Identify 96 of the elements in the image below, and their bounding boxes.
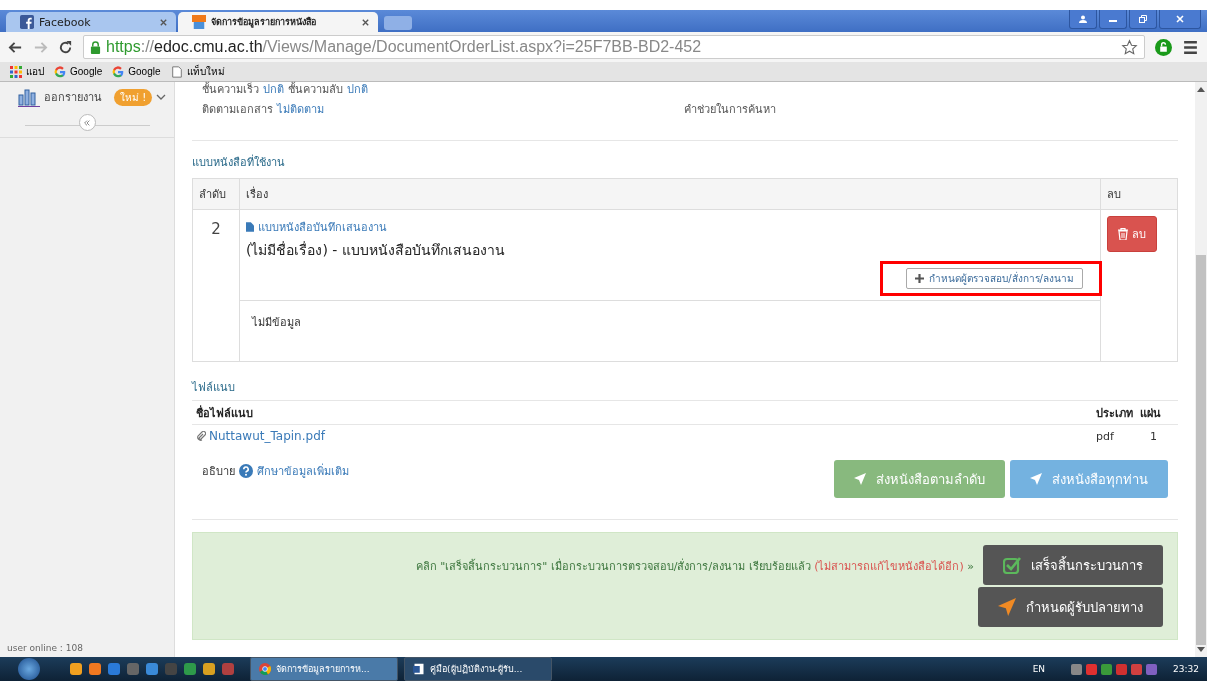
send-arrow-icon <box>854 473 866 485</box>
field-value: ปกติ <box>263 82 284 98</box>
quick-launch-icon[interactable] <box>146 663 158 675</box>
lock-icon <box>90 40 101 54</box>
tray-icon[interactable] <box>1071 663 1083 675</box>
bookmark[interactable]: Google <box>112 65 161 78</box>
quick-launch-icon[interactable] <box>89 663 101 675</box>
user-button[interactable] <box>1069 10 1097 29</box>
quick-launch-icon[interactable] <box>222 663 234 675</box>
column-header: ลบ <box>1100 178 1178 210</box>
tray-icon[interactable] <box>1131 663 1143 675</box>
table-cell-text: 1 <box>1149 430 1158 443</box>
quick-launch-icon[interactable] <box>108 663 120 675</box>
restore-button[interactable] <box>1129 10 1157 29</box>
paperclip-icon <box>196 431 206 441</box>
help-label: อธิบาย <box>202 464 235 480</box>
process-button[interactable]: เสร็จสิ้นกระบวนการ <box>983 545 1163 585</box>
field-label: ชั้นความเร็ว <box>202 81 259 98</box>
quick-launch-icon[interactable] <box>70 663 82 675</box>
table-cell-text: pdf <box>1096 430 1115 443</box>
assign-reviewers-button[interactable]: กำหนดผู้ตรวจสอบ/สั่งการ/ลงนาม <box>906 268 1083 289</box>
start-button[interactable] <box>18 658 40 680</box>
scroll-thumb[interactable] <box>1196 254 1206 645</box>
scroll-up-icon[interactable] <box>1197 87 1205 92</box>
star-icon[interactable] <box>1121 38 1138 56</box>
menu-icon[interactable] <box>1182 38 1199 56</box>
scrollbar[interactable] <box>1195 82 1207 657</box>
user-icon <box>1078 14 1088 24</box>
double-chevron-icon <box>83 118 91 127</box>
tray-icon[interactable] <box>1146 663 1158 675</box>
section-title: แบบหนังสือที่ใช้งาน <box>192 153 286 171</box>
checkbox-icon <box>1003 556 1021 574</box>
taskbar-window[interactable]: คู่มือ(ผู้ปฏิบัติงาน-ผู้รับ... <box>404 657 552 681</box>
process-button[interactable]: กำหนดผู้รับปลายทาง <box>978 587 1163 627</box>
empty-note: ไม่มีข้อมูล <box>240 300 1100 361</box>
close-icon <box>1175 14 1185 24</box>
language-indicator[interactable]: EN <box>1032 664 1046 674</box>
scroll-down-icon[interactable] <box>1197 647 1205 652</box>
more-info-link[interactable]: ศึกษาข้อมูลเพิ่มเติม <box>257 462 349 480</box>
column-header: ประเภท <box>1096 405 1134 422</box>
help-icon <box>239 464 253 478</box>
quick-launch-icon[interactable] <box>184 663 196 675</box>
document-icon <box>413 663 425 675</box>
track-link[interactable]: ไม่ติดตาม <box>277 100 324 118</box>
finish-instruction: คลิก "เสร็จสิ้นกระบวนการ" เมื่อกระบวนการตรวจสอบ/สั่งการ/ลงนาม เรียบร้อยแล้ว (ไม่สามารถแก้ไขหนังสือได้อีก) » <box>415 557 974 575</box>
tray-icon[interactable] <box>1101 663 1113 675</box>
quick-launch-icon[interactable] <box>203 663 215 675</box>
table-cell: 2 <box>192 209 240 362</box>
column-header: ชื่อไฟล์แนบ <box>196 404 254 422</box>
field-value: ปกติ <box>347 82 368 98</box>
document-icon <box>246 222 254 232</box>
delete-button[interactable]: ลบ <box>1107 216 1157 252</box>
chrome-icon <box>259 663 271 675</box>
quick-launch-icon[interactable] <box>127 663 139 675</box>
browser-tab[interactable]: จัดการข้อมูลรายการหนังสือ <box>178 12 378 32</box>
google-icon <box>112 65 125 78</box>
reload-icon[interactable] <box>58 39 73 55</box>
lock-extension-icon[interactable] <box>1155 38 1172 56</box>
facebook-icon <box>20 15 34 29</box>
close-icon[interactable] <box>361 17 370 27</box>
taskbar-window[interactable]: จัดการข้อมูลรายการห... <box>250 657 398 681</box>
send-arrow-icon <box>998 598 1016 616</box>
apps-grid-icon <box>10 65 22 78</box>
field-label: ชั้นความลับ <box>288 81 343 98</box>
plus-icon <box>915 274 925 283</box>
restore-icon <box>1138 14 1148 24</box>
bookmark[interactable]: Google <box>54 65 103 78</box>
column-header: ลำดับ <box>192 178 240 210</box>
clock: 23:32 <box>1173 664 1199 674</box>
bookmark[interactable]: แท็บใหม่ <box>170 64 225 79</box>
tray-icon[interactable] <box>1116 663 1128 675</box>
tray-icon[interactable] <box>1086 663 1098 675</box>
document-link[interactable]: แบบหนังสือบันทึกเสนองาน <box>246 218 1094 236</box>
column-header: เรื่อง <box>239 178 1101 210</box>
site-logo-icon <box>192 15 206 29</box>
section-title: ไฟล์แนบ <box>192 380 236 396</box>
user-online-count: user online : 108 <box>6 643 84 655</box>
file-link[interactable]: Nuttawut_Tapin.pdf <box>196 429 325 443</box>
google-icon <box>54 65 66 78</box>
search-help-text: คำช่วยในการค้นหา <box>684 102 776 118</box>
menu-item[interactable]: ออกรายงาน <box>44 88 102 106</box>
trash-icon <box>1118 228 1128 240</box>
address-bar[interactable]: https://edoc.cmu.ac.th/Views/Manage/DocumentOrderList.aspx?i=25F7BB-BD2-452 <box>83 35 1145 59</box>
minimize-button[interactable] <box>1099 10 1127 29</box>
new-badge: ใหม่ ! <box>114 88 153 106</box>
browser-tab[interactable]: Facebook <box>6 12 176 32</box>
document-title: (ไม่มีชื่อเรื่อง) - แบบหนังสือบันทึกเสนองาน <box>246 240 506 260</box>
bar-chart-icon <box>18 87 40 107</box>
chevron-down-icon[interactable] <box>156 94 167 100</box>
column-header: แผ่น <box>1140 405 1162 422</box>
field-label: ติดตามเอกสาร <box>202 102 273 118</box>
page-icon <box>170 65 183 78</box>
close-icon[interactable] <box>159 17 168 27</box>
bookmark[interactable]: แอป <box>10 64 44 79</box>
close-button[interactable] <box>1159 10 1201 29</box>
send-arrow-icon <box>1030 473 1042 485</box>
